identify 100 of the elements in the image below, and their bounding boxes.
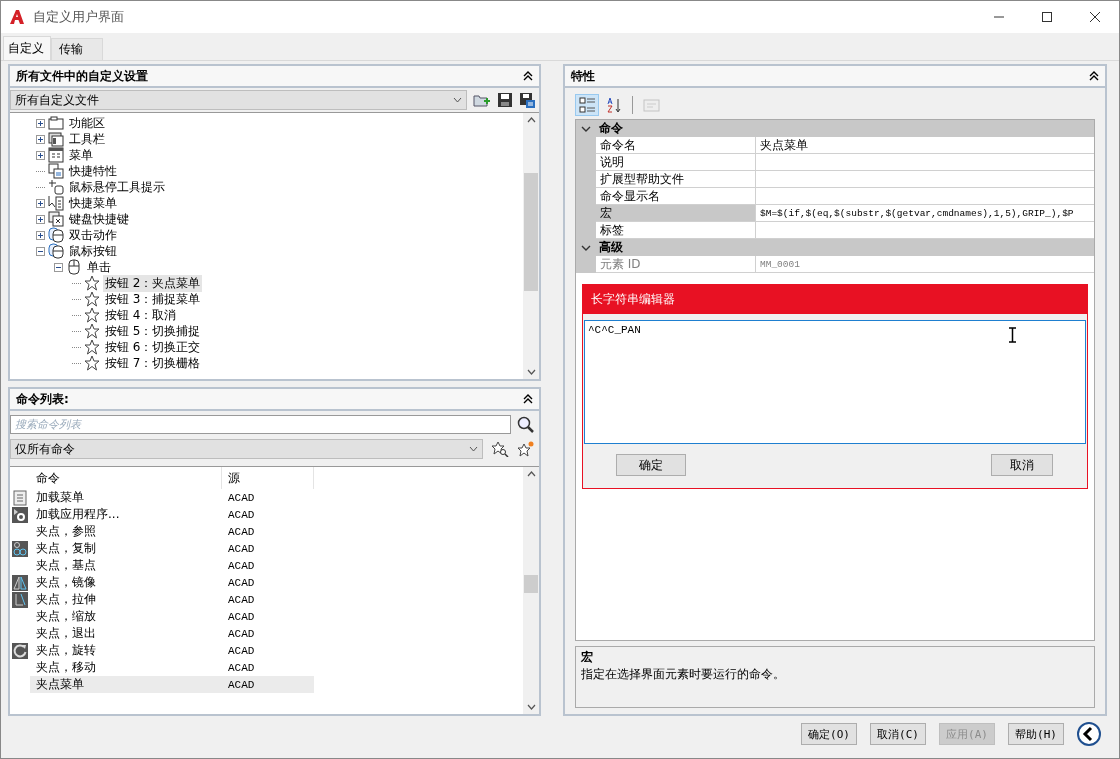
tree-item[interactable]: 快捷菜单 — [67, 194, 119, 212]
command-item[interactable]: 夹点，移动 — [30, 659, 222, 676]
property-name[interactable]: 说明 — [596, 154, 756, 171]
mouse-icon — [48, 227, 64, 243]
tab[interactable]: 传输 — [51, 38, 103, 60]
plus-icon[interactable] — [36, 150, 45, 160]
scroll-up-icon[interactable] — [526, 117, 536, 123]
command-item[interactable]: 夹点，复制 — [30, 540, 222, 557]
plus-icon[interactable] — [36, 198, 45, 208]
star-icon — [84, 307, 100, 323]
tree-item[interactable]: 功能区 — [67, 114, 107, 132]
description-text: 指定在选择界面元素时要运行的命令。 — [581, 666, 786, 683]
star-icon — [84, 355, 100, 371]
mirror-icon — [12, 574, 28, 591]
collapse-icon[interactable] — [523, 71, 533, 81]
tree-item[interactable]: 键盘快捷键 — [67, 210, 131, 228]
tree-item[interactable]: 按钮 2：夹点菜单 — [103, 274, 203, 292]
mouse-icon — [66, 259, 82, 275]
file-dropdown[interactable]: 所有自定义文件 — [10, 90, 467, 110]
save-all-icon[interactable] — [519, 92, 535, 108]
command-item[interactable]: 夹点，退出 — [30, 625, 222, 642]
open-folder-icon[interactable] — [473, 92, 491, 108]
dialog-button[interactable]: 取消(C) — [870, 723, 926, 745]
command-item[interactable]: 加载应用程序... — [30, 506, 222, 523]
search-field[interactable]: 搜索命令列表 — [10, 415, 511, 434]
tree-item[interactable]: 工具栏 — [67, 130, 107, 148]
scroll-down-icon[interactable] — [526, 704, 536, 710]
scroll-thumb[interactable] — [524, 575, 538, 593]
text-area[interactable]: ^C^C_PAN — [584, 320, 1086, 444]
tree-item[interactable]: 鼠标按钮 — [67, 242, 119, 260]
close-icon[interactable] — [1090, 12, 1100, 22]
command-item[interactable]: 夹点，旋转 — [30, 642, 222, 659]
star-search-icon[interactable] — [491, 441, 509, 457]
save-icon[interactable] — [497, 92, 513, 108]
tree-item[interactable]: 按钮 7：切换栅格 — [103, 354, 203, 372]
plus-icon[interactable] — [36, 230, 45, 240]
table-cell-text: ACAD — [227, 643, 256, 659]
command-item[interactable]: 夹点，参照 — [30, 523, 222, 540]
plus-icon[interactable] — [36, 134, 45, 144]
sort-icon[interactable] — [605, 97, 623, 113]
description-title: 宏 — [581, 649, 594, 666]
tree-item[interactable]: 快捷特性 — [67, 162, 119, 180]
command-filter-dropdown[interactable]: 仅所有命令 — [10, 439, 483, 459]
text-cursor-icon — [1008, 327, 1017, 343]
command-item[interactable]: 夹点菜单 — [30, 676, 222, 693]
minus-icon[interactable] — [36, 246, 45, 256]
table-cell-text: ACAD — [227, 524, 256, 540]
tree-item[interactable]: 按钮 6：切换正交 — [103, 338, 203, 356]
scroll-up-icon[interactable] — [526, 471, 536, 477]
panel-title: 所有文件中的自定义设置 — [16, 67, 148, 85]
dropdown-caret-icon — [469, 446, 478, 452]
minus-icon[interactable] — [54, 262, 63, 272]
property-name[interactable]: 扩展型帮助文件 — [596, 171, 756, 188]
scroll-down-icon[interactable] — [526, 369, 536, 375]
dialog-button[interactable]: 帮助(H) — [1008, 723, 1064, 745]
command-item[interactable]: 加载菜单 — [30, 489, 222, 506]
plus-icon[interactable] — [36, 214, 45, 224]
panel-title: 命令列表: — [16, 390, 69, 408]
tree-item[interactable]: 双击动作 — [67, 226, 119, 244]
mouse-icon — [48, 243, 64, 259]
category-title: 命令 — [598, 120, 624, 137]
property-value[interactable]: $M=$(if,$(eq,$(substr,$(getvar,cmdnames),1,5),GRIP_),$P — [756, 205, 1094, 222]
tree-item[interactable]: 鼠标悬停工具提示 — [67, 178, 167, 196]
search-icon[interactable] — [517, 415, 535, 434]
tree-item[interactable]: 按钮 3：捕捉菜单 — [103, 290, 203, 308]
dialog-button[interactable]: 确定 — [616, 454, 686, 476]
scroll-thumb[interactable] — [524, 173, 538, 291]
column-header[interactable]: 命令 — [30, 467, 222, 489]
property-name[interactable]: 宏 — [596, 205, 756, 222]
collapse-icon[interactable] — [523, 394, 533, 404]
star-icon — [84, 323, 100, 339]
new-star-icon[interactable] — [517, 441, 535, 457]
categorized-view-icon[interactable] — [578, 97, 596, 113]
column-header[interactable]: 源 — [222, 467, 314, 489]
table-cell-text: ACAD — [227, 626, 256, 642]
property-value[interactable]: 夹点菜单 — [756, 137, 1094, 154]
command-item[interactable]: 夹点，镜像 — [30, 574, 222, 591]
command-item[interactable]: 夹点，基点 — [30, 557, 222, 574]
tree-item[interactable]: 单击 — [85, 258, 113, 276]
table-cell-text: ACAD — [227, 541, 256, 557]
maximize-icon[interactable] — [1042, 12, 1052, 22]
app-logo-icon — [9, 9, 25, 25]
tab[interactable]: 自定义 — [3, 36, 51, 60]
command-item[interactable]: 夹点，拉伸 — [30, 591, 222, 608]
dialog-title: 长字符串编辑器 — [583, 285, 1087, 314]
table-cell-text: ACAD — [227, 490, 256, 506]
tooltip-icon — [48, 179, 64, 195]
menu-icon — [48, 147, 64, 163]
command-item[interactable]: 夹点，缩放 — [30, 608, 222, 625]
dialog-button[interactable]: 确定(O) — [801, 723, 857, 745]
rotate-icon — [12, 642, 28, 659]
tree-item[interactable]: 按钮 4：取消 — [103, 306, 179, 324]
dialog-button[interactable]: 取消 — [991, 454, 1053, 476]
plus-icon[interactable] — [36, 118, 45, 128]
tree-item[interactable]: 菜单 — [67, 146, 95, 164]
menu-icon — [12, 489, 28, 506]
collapse-icon[interactable] — [1089, 71, 1099, 81]
star-icon — [84, 339, 100, 355]
tree-item[interactable]: 按钮 5：切换捕捉 — [103, 322, 203, 340]
property-name[interactable]: 命令名 — [596, 137, 756, 154]
